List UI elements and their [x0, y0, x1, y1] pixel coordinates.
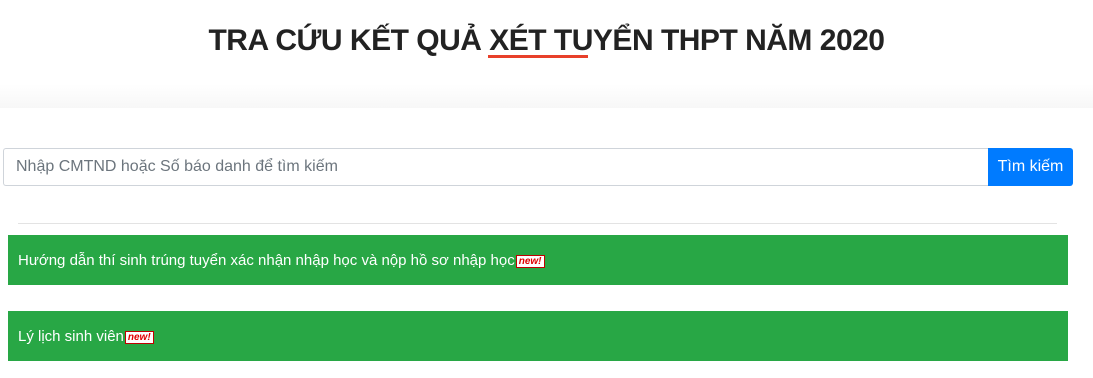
section-divider — [18, 223, 1057, 224]
notice-label: Lý lịch sinh viên — [18, 327, 124, 345]
new-badge-icon: new! — [515, 254, 545, 268]
search-form: Tìm kiếm — [3, 148, 1073, 186]
search-button[interactable]: Tìm kiếm — [988, 148, 1073, 186]
new-badge-icon: new! — [124, 330, 154, 344]
search-input[interactable] — [3, 148, 988, 186]
title-underline — [488, 55, 588, 58]
notice-student-profile-link[interactable]: Lý lịch sinh viên new! — [8, 311, 1068, 361]
notice-label: Hướng dẫn thí sinh trúng tuyển xác nhận … — [18, 251, 515, 269]
header-divider-band — [0, 84, 1093, 108]
notice-admission-guide-link[interactable]: Hướng dẫn thí sinh trúng tuyển xác nhận … — [8, 235, 1068, 285]
